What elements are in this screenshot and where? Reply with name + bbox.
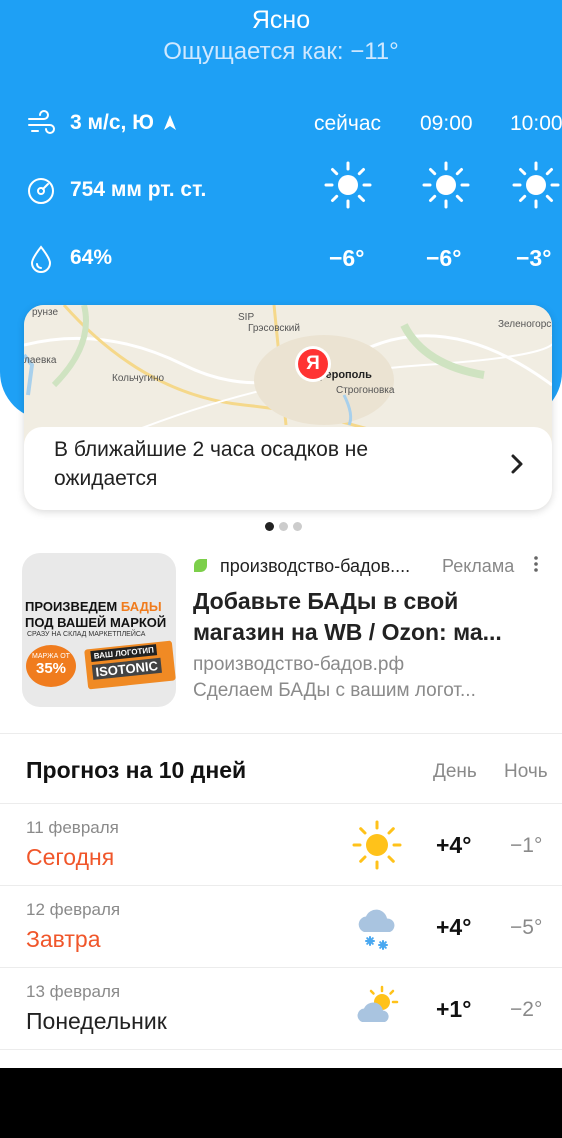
forecast-night-temp: −1° bbox=[510, 834, 543, 857]
wind-icon bbox=[28, 110, 55, 134]
divider bbox=[0, 1049, 562, 1050]
weather-screen: Ясно Ощущается как: −11° 3 м/с, Ю 754 мм… bbox=[0, 0, 562, 1068]
map-label: лаевка bbox=[24, 355, 57, 366]
ad-title[interactable]: Добавьте БАДы в свой магазин на WB / Ozo… bbox=[193, 586, 533, 648]
night-toggle[interactable]: Ночь bbox=[504, 761, 548, 783]
sun-icon bbox=[422, 161, 470, 209]
sun-icon bbox=[324, 161, 372, 209]
forecast-day-temp: +4° bbox=[436, 914, 472, 940]
more-options-icon[interactable] bbox=[530, 554, 542, 574]
forecast-row[interactable]: 13 февраля Понедельник +1° −2° bbox=[0, 968, 562, 1050]
wind-value: 3 м/с, Ю bbox=[70, 111, 154, 134]
pager-dot[interactable] bbox=[279, 522, 288, 531]
hour-time: 10:00 bbox=[510, 112, 562, 135]
sun-icon bbox=[352, 820, 402, 870]
forecast-day-temp: +4° bbox=[436, 832, 472, 858]
map-label: Зеленогорск bbox=[498, 319, 552, 330]
ad-image[interactable]: ПРОИЗВЕДЕМ БАДЫ ПОД ВАШЕЙ МАРКОЙ СРАЗУ Н… bbox=[22, 553, 176, 707]
hour-temp: −6° bbox=[426, 245, 462, 271]
sun-icon bbox=[512, 161, 560, 209]
forecast-night-temp: −5° bbox=[510, 916, 543, 939]
precipitation-banner[interactable]: В ближайшие 2 часа осадков не ожидается bbox=[24, 427, 552, 510]
cloud-snow-icon bbox=[358, 909, 395, 950]
humidity-row: 64% bbox=[0, 238, 562, 278]
location-pin-icon: Я bbox=[298, 349, 328, 379]
forecast-day-name: Завтра bbox=[26, 926, 101, 952]
ad-image-badge: МАРЖА ОТ 35% bbox=[26, 645, 76, 687]
forecast-date: 11 февраля bbox=[26, 818, 119, 837]
ad-image-product: ВАШ ЛОГОТИП ISOTONIC bbox=[84, 640, 176, 690]
condition-text: Ясно bbox=[251, 6, 311, 34]
map-label: рунзе bbox=[32, 307, 59, 318]
forecast-date: 12 февраля bbox=[26, 900, 121, 919]
ad-block[interactable]: ПРОИЗВЕДЕМ БАДЫ ПОД ВАШЕЙ МАРКОЙ СРАЗУ Н… bbox=[0, 550, 562, 720]
day-toggle[interactable]: День bbox=[433, 761, 477, 783]
hour-temp: −6° bbox=[329, 245, 365, 271]
map-label: Кольчугино bbox=[112, 373, 165, 384]
ad-host: производство-бадов.... bbox=[220, 556, 411, 576]
forecast-night-temp: −2° bbox=[510, 998, 543, 1021]
carousel-pager[interactable] bbox=[265, 518, 315, 531]
pressure-icon bbox=[28, 178, 54, 204]
pressure-value: 754 мм рт. ст. bbox=[70, 178, 207, 201]
precipitation-text: В ближайшие 2 часа осадков не ожидается bbox=[54, 438, 369, 490]
map-label: Строгоновка bbox=[336, 385, 395, 396]
forecast-day-name: Понедельник bbox=[26, 1008, 167, 1034]
forecast-title: Прогноз на 10 дней bbox=[26, 757, 247, 783]
system-navigation-bar bbox=[0, 1068, 562, 1138]
ad-image-subline: СРАЗУ НА СКЛАД МАРКЕТПЛЕЙСА bbox=[27, 631, 146, 638]
map-label: Грэсовский bbox=[248, 323, 300, 334]
hour-temp: −3° bbox=[516, 245, 552, 271]
forecast-day-temp: +1° bbox=[436, 996, 472, 1022]
humidity-value: 64% bbox=[70, 246, 113, 269]
chevron-right-icon bbox=[511, 454, 523, 474]
precipitation-map-card[interactable]: рунзе SIP Грэсовский Зеленогорск лаевка … bbox=[24, 305, 552, 510]
forecast-row[interactable]: 12 февраля Завтра +4° −5° bbox=[0, 886, 562, 968]
hour-time: сейчас bbox=[314, 112, 382, 135]
forecast-date: 13 февраля bbox=[26, 982, 121, 1001]
ad-label: Реклама bbox=[442, 556, 515, 576]
pager-dot[interactable] bbox=[293, 522, 302, 531]
humidity-icon bbox=[30, 245, 52, 273]
hour-time: 09:00 bbox=[420, 112, 473, 135]
ad-image-headline: ПРОИЗВЕДЕМ БАДЫ bbox=[25, 599, 162, 614]
pager-dot[interactable] bbox=[265, 522, 274, 531]
partly-cloudy-icon bbox=[357, 985, 399, 1022]
wind-direction-icon bbox=[164, 115, 176, 130]
ad-image-headline-2: ПОД ВАШЕЙ МАРКОЙ bbox=[25, 615, 167, 630]
divider bbox=[0, 733, 562, 734]
feels-like-text: Ощущается как: −11° bbox=[163, 38, 399, 65]
forecast-row[interactable]: 11 февраля Сегодня +4° −1° bbox=[0, 804, 562, 886]
ad-description: Сделаем БАДы с вашим логот... bbox=[193, 680, 476, 701]
forecast-day-name: Сегодня bbox=[26, 844, 115, 870]
map-label: SIP bbox=[238, 312, 255, 323]
pressure-row: 754 мм рт. ст. bbox=[0, 170, 562, 210]
ad-url[interactable]: производство-бадов.рф bbox=[193, 654, 404, 676]
wind-row: 3 м/с, Ю bbox=[0, 103, 562, 143]
